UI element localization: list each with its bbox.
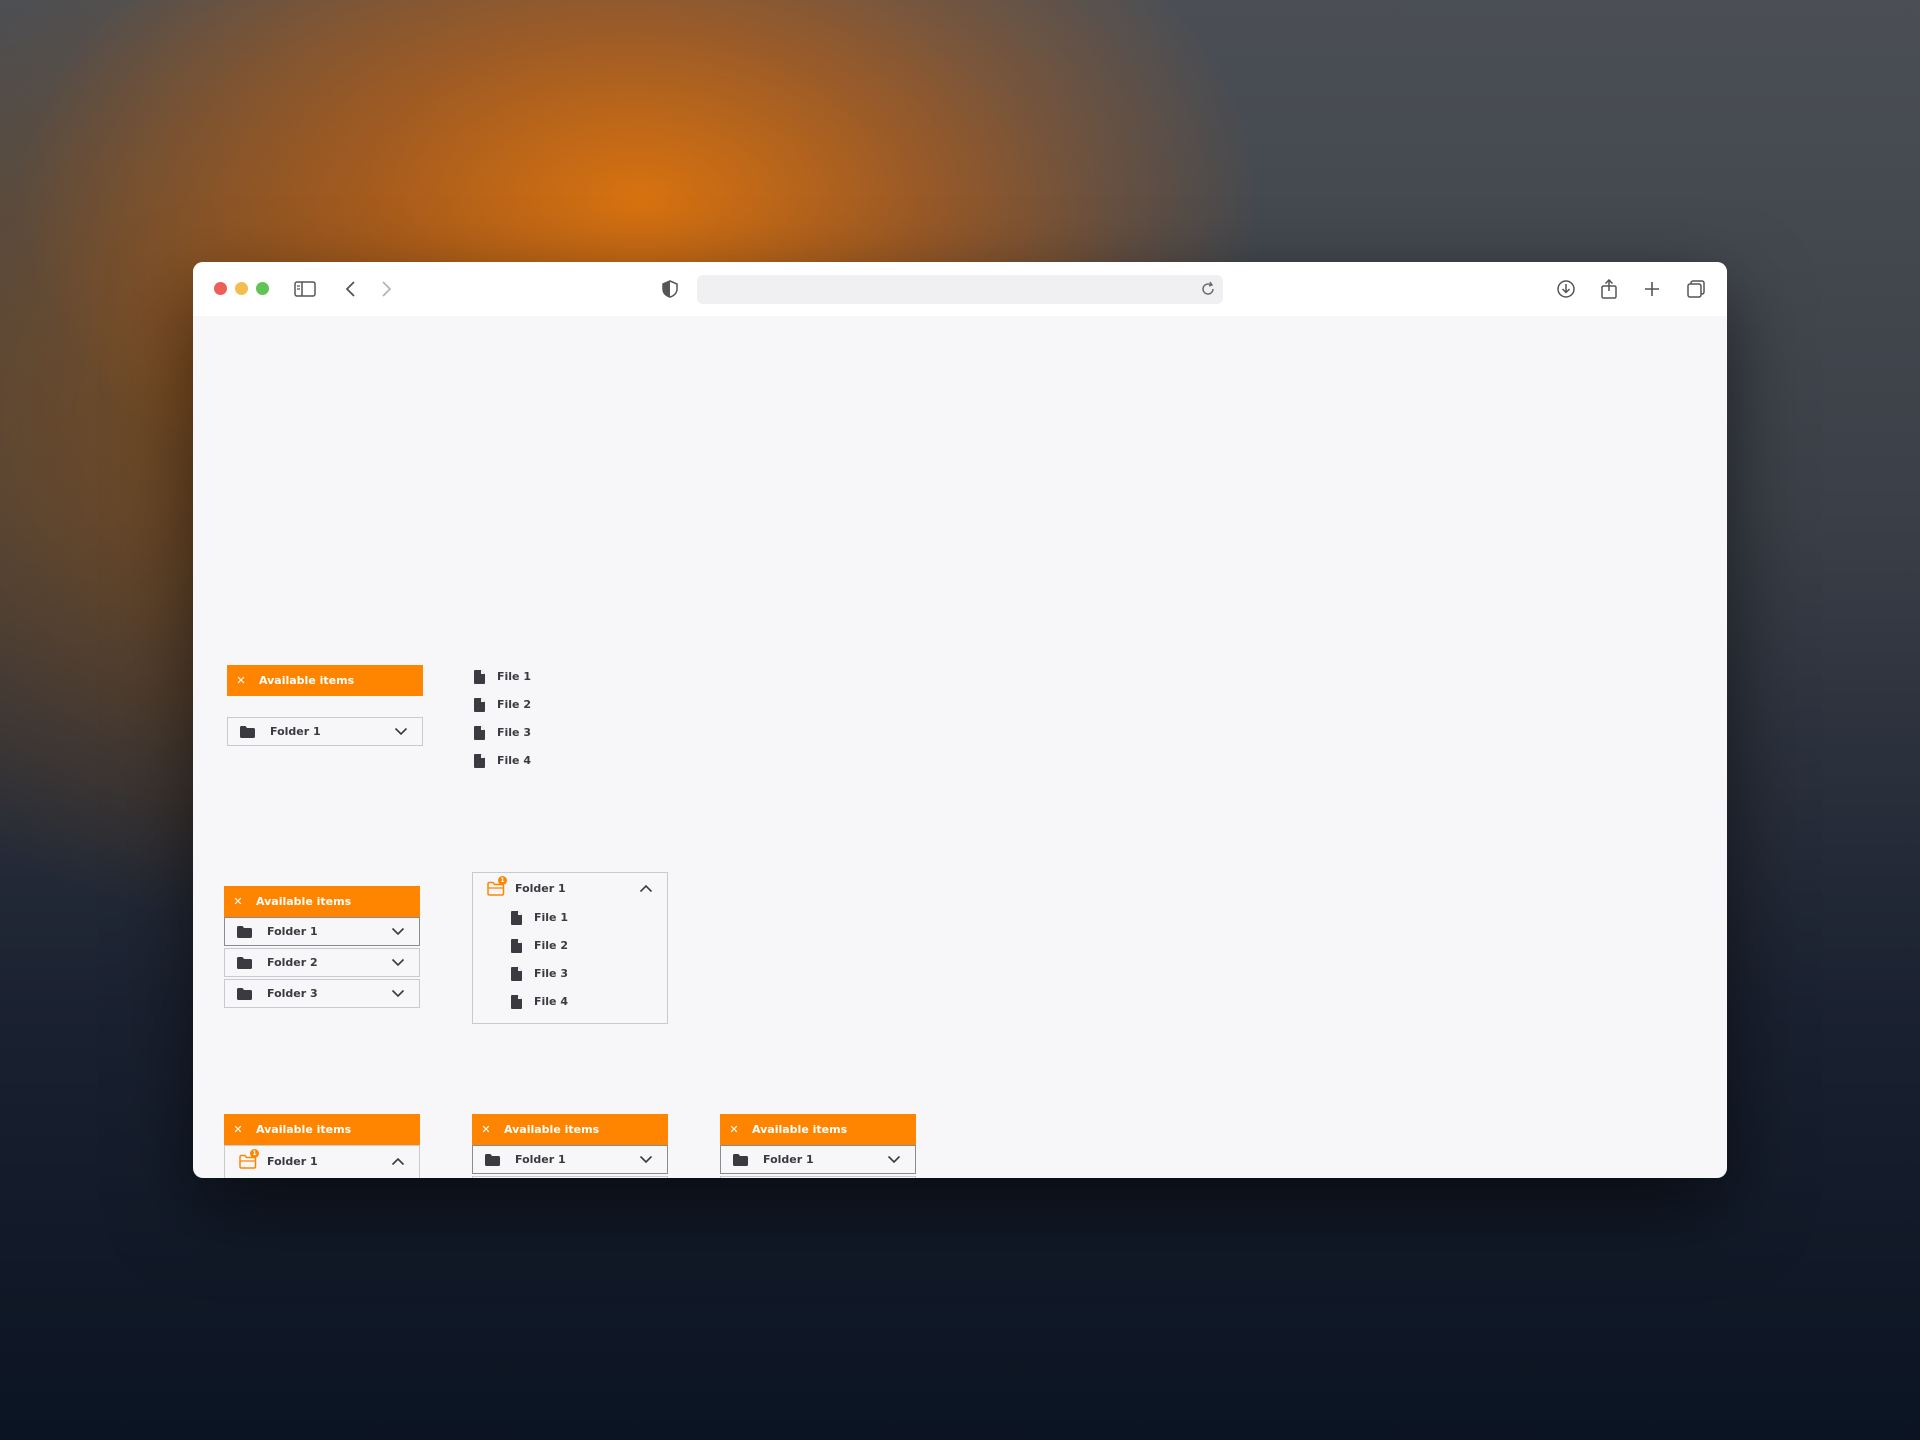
browser-window: ✕ Available items Folder 1 File 1 File 2…: [193, 262, 1727, 1178]
minimize-window-button[interactable]: [235, 282, 248, 295]
address-bar[interactable]: [697, 275, 1223, 304]
chevron-down-icon[interactable]: [639, 1155, 653, 1165]
folder-icon: [237, 987, 253, 1000]
folder-label: Folder 1: [763, 1153, 814, 1166]
sidebar-icon[interactable]: [292, 276, 318, 302]
folder-icon: [237, 956, 253, 969]
header-title: Available items: [256, 895, 352, 908]
file-label: File 4: [534, 994, 568, 1008]
close-icon[interactable]: ✕: [728, 1123, 740, 1136]
available-items-header[interactable]: ✕ Available items: [472, 1114, 668, 1145]
file-item[interactable]: File 4: [511, 992, 568, 1010]
available-items-header[interactable]: ✕ Available items: [720, 1114, 916, 1145]
available-items-header[interactable]: ✕ Available items: [224, 886, 420, 917]
file-label: File 1: [497, 669, 531, 683]
file-label: File 4: [497, 753, 531, 767]
file-icon: [474, 753, 485, 768]
close-icon[interactable]: ✕: [232, 895, 244, 908]
folder-row[interactable]: Folder 2: [224, 948, 420, 977]
close-icon[interactable]: ✕: [480, 1123, 492, 1136]
expanded-folder-header[interactable]: 1 Folder 1: [225, 1146, 419, 1176]
file-item[interactable]: File 4: [474, 751, 531, 769]
expanded-folder-header[interactable]: 1 Folder 2: [473, 1177, 667, 1178]
file-item[interactable]: File 3: [474, 723, 531, 741]
folder-label: Folder 1: [515, 881, 566, 895]
folder-row[interactable]: Folder 2: [720, 1176, 916, 1178]
folder-label: Folder 1: [267, 925, 318, 938]
close-icon[interactable]: ✕: [235, 674, 247, 687]
back-icon[interactable]: [338, 276, 364, 302]
file-icon: [474, 669, 485, 684]
forward-icon[interactable]: [373, 276, 399, 302]
folder-label: Folder 1: [267, 1154, 318, 1168]
header-title: Available items: [256, 1123, 352, 1136]
tabs-icon[interactable]: [1683, 276, 1709, 302]
reload-icon[interactable]: [1199, 280, 1217, 298]
expanded-folder-panel: 1 Folder 1: [224, 1145, 420, 1178]
folder-label: Folder 3: [267, 987, 318, 1000]
chevron-up-icon[interactable]: [639, 883, 653, 893]
file-icon: [511, 994, 522, 1009]
file-label: File 2: [497, 697, 531, 711]
expanded-folder-panel: 1 Folder 2: [472, 1176, 668, 1178]
expanded-folder-panel: 1 Folder 1: [472, 872, 668, 1024]
folder-open-icon: 1: [487, 876, 507, 896]
file-item[interactable]: File 1: [511, 908, 568, 926]
file-label: File 3: [497, 725, 531, 739]
folder-open-icon: 1: [239, 1149, 259, 1169]
chevron-down-icon[interactable]: [391, 927, 405, 937]
file-item[interactable]: File 3: [511, 964, 568, 982]
file-icon: [511, 910, 522, 925]
file-icon: [511, 966, 522, 981]
file-item[interactable]: File 1: [474, 667, 531, 685]
page-content: ✕ Available items Folder 1 File 1 File 2…: [193, 316, 1727, 1178]
folder-icon: [240, 725, 256, 738]
folder-label: Folder 2: [267, 956, 318, 969]
file-item[interactable]: File 2: [474, 695, 531, 713]
maximize-window-button[interactable]: [256, 282, 269, 295]
header-title: Available items: [752, 1123, 848, 1136]
header-title: Available items: [259, 674, 355, 687]
close-window-button[interactable]: [214, 282, 227, 295]
file-label: File 1: [534, 910, 568, 924]
header-title: Available items: [504, 1123, 600, 1136]
folder-label: Folder 1: [515, 1153, 566, 1166]
folder-row[interactable]: Folder 1: [224, 917, 420, 946]
folder-icon: [733, 1153, 749, 1166]
available-items-header[interactable]: ✕ Available items: [224, 1114, 420, 1145]
file-icon: [511, 938, 522, 953]
plus-icon[interactable]: [1639, 276, 1665, 302]
file-icon: [474, 697, 485, 712]
folder-badge: 1: [498, 876, 507, 885]
chevron-down-icon[interactable]: [394, 727, 408, 737]
download-icon[interactable]: [1553, 276, 1579, 302]
file-item[interactable]: File 2: [511, 936, 568, 954]
chevron-up-icon[interactable]: [391, 1156, 405, 1166]
folder-icon: [237, 925, 253, 938]
shield-icon[interactable]: [657, 276, 683, 302]
folder-row[interactable]: Folder 1: [472, 1145, 668, 1174]
expanded-folder-header[interactable]: 1 Folder 1: [473, 873, 667, 903]
file-label: File 3: [534, 966, 568, 980]
browser-toolbar: [193, 262, 1727, 316]
chevron-down-icon[interactable]: [391, 989, 405, 999]
chevron-down-icon[interactable]: [887, 1155, 901, 1165]
file-icon: [474, 725, 485, 740]
folder-row[interactable]: Folder 1: [227, 717, 423, 746]
close-icon[interactable]: ✕: [232, 1123, 244, 1136]
available-items-header[interactable]: ✕ Available items: [227, 665, 423, 696]
folder-icon: [485, 1153, 501, 1166]
folder-row[interactable]: Folder 3: [224, 979, 420, 1008]
share-icon[interactable]: [1596, 276, 1622, 302]
file-label: File 2: [534, 938, 568, 952]
chevron-down-icon[interactable]: [391, 958, 405, 968]
folder-badge: 1: [250, 1149, 259, 1158]
folder-label: Folder 1: [270, 725, 321, 738]
folder-row[interactable]: Folder 1: [720, 1145, 916, 1174]
